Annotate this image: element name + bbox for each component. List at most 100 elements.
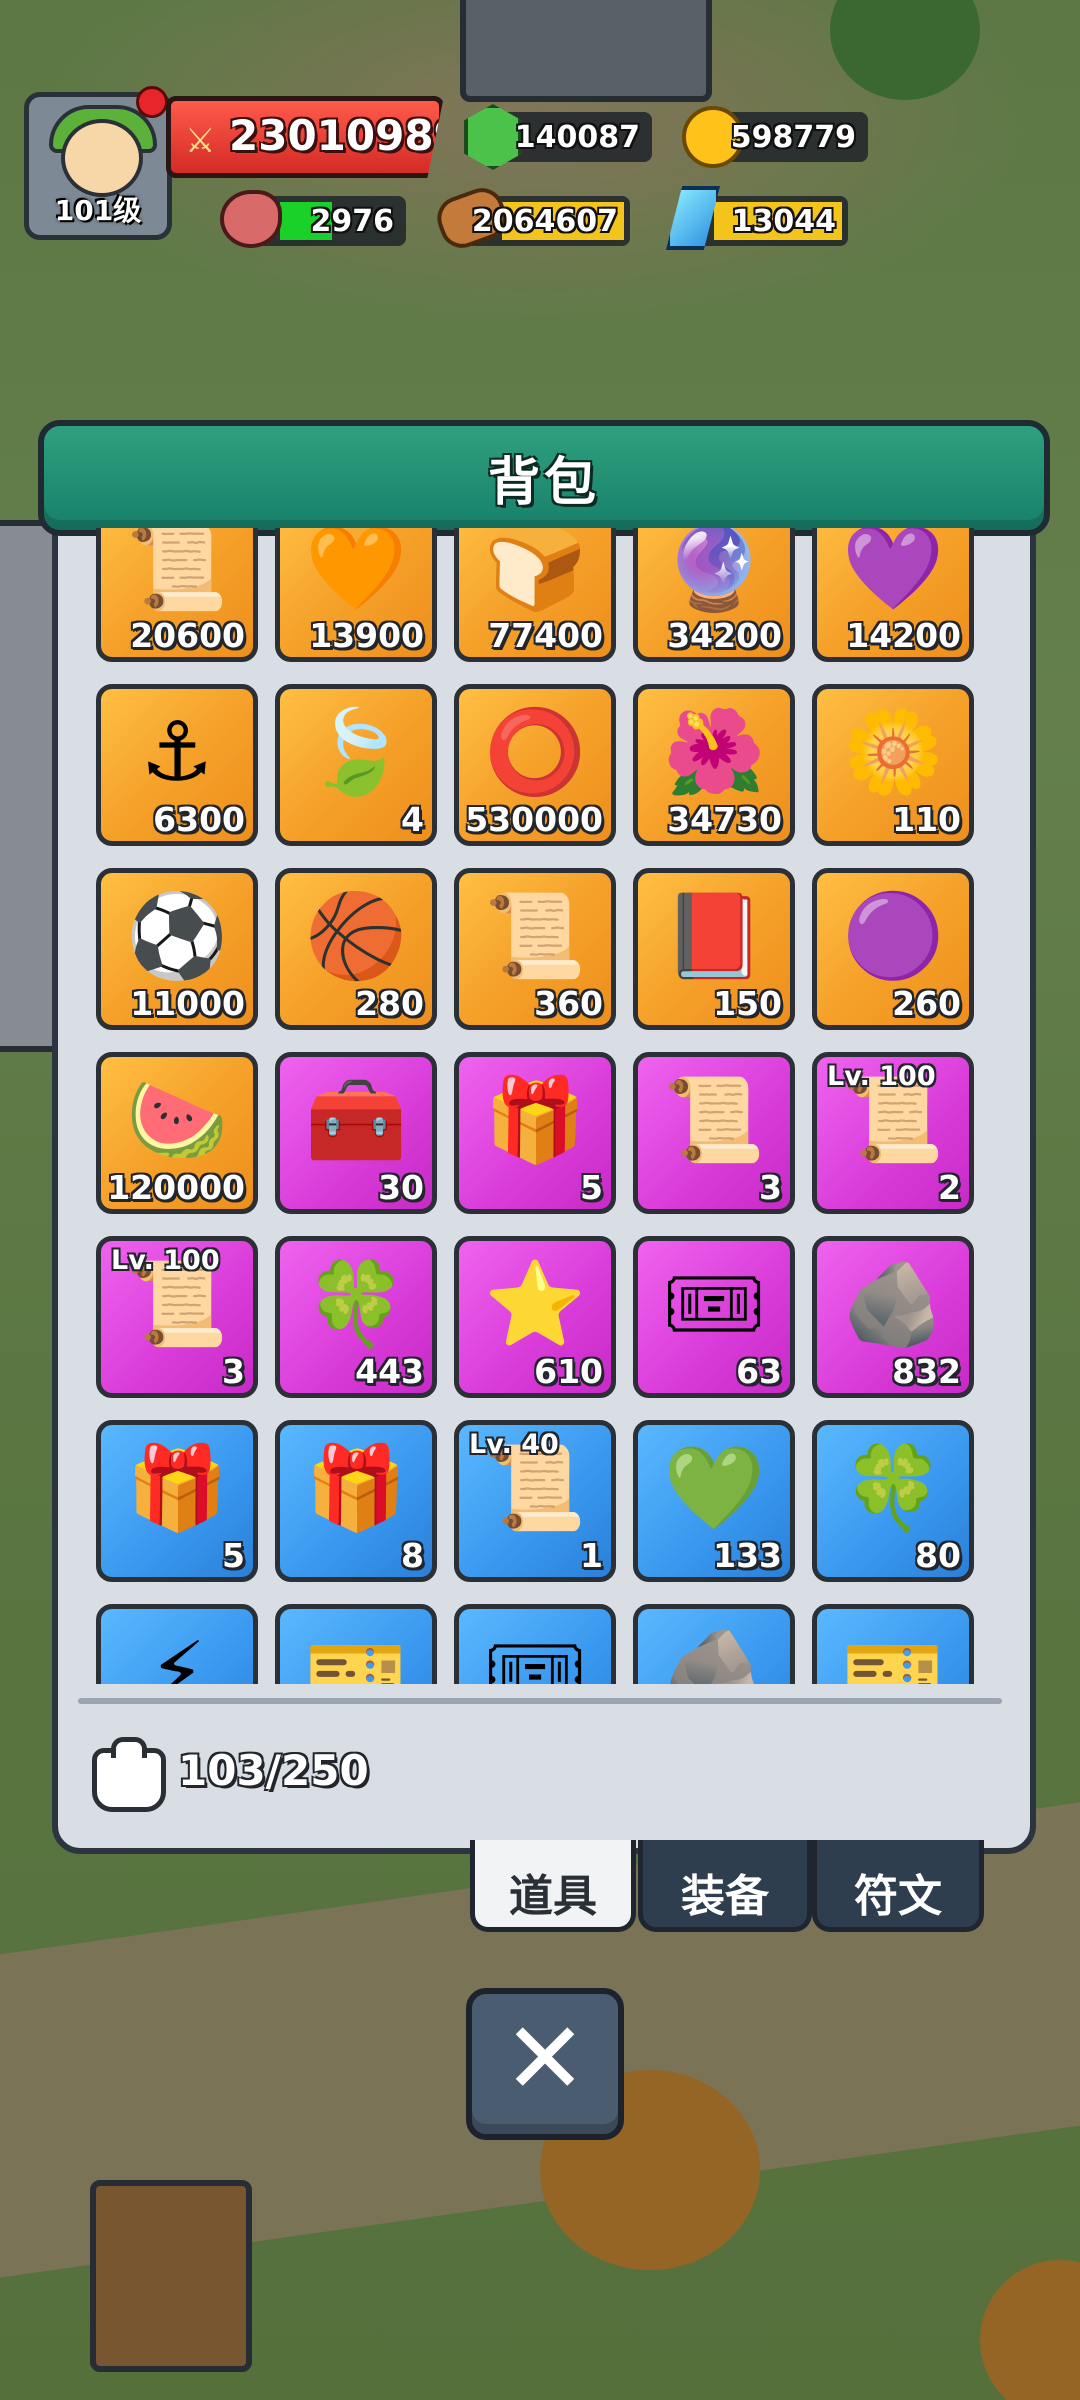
- gem-resource[interactable]: 140087: [464, 104, 652, 170]
- inventory-slot[interactable]: 📜 3: [633, 1052, 795, 1214]
- basketball-icon: 🏀: [304, 889, 408, 984]
- item-count: 2: [938, 1168, 961, 1207]
- item-count: 13900: [309, 616, 424, 655]
- mystery-chest-icon: 🎁: [304, 1441, 408, 1536]
- inventory-slot[interactable]: ⚡170: [96, 1604, 258, 1684]
- item-count: 30: [378, 1168, 424, 1207]
- inventory-slot[interactable]: 🧰 30: [275, 1052, 437, 1214]
- clover-icon: 🍀: [841, 1441, 945, 1536]
- mystery-chest-icon: 🎁: [483, 1073, 587, 1168]
- tab-equipment[interactable]: 装备: [638, 1840, 812, 1932]
- inventory-slot[interactable]: 📜 20600: [96, 528, 258, 662]
- inventory-slot[interactable]: 🪨4978: [633, 1604, 795, 1684]
- inventory-slot[interactable]: 🪨 832: [812, 1236, 974, 1398]
- inventory-slot[interactable]: ⚓ 6300: [96, 684, 258, 846]
- crystal-count: 13044: [731, 204, 836, 239]
- meat-count: 2976: [310, 204, 395, 239]
- item-count: 280: [355, 984, 424, 1023]
- inventory-slot[interactable]: ⚽ 11000: [96, 868, 258, 1030]
- item-count: 80: [915, 1536, 961, 1575]
- item-count: 14200: [846, 616, 961, 655]
- item-count: 34200: [667, 616, 782, 655]
- item-count: 63: [736, 1352, 782, 1391]
- backpack-capacity: 103/250: [178, 1746, 369, 1795]
- green-gem-icon: 💚: [662, 1441, 766, 1536]
- meat-icon: [220, 190, 282, 248]
- player-level-label: 101级: [54, 194, 142, 227]
- item-count: 443: [355, 1352, 424, 1391]
- item-grid-scroll[interactable]: 📜 20600 🧡 13900 🍞 77400 🔮 34200 💜 14200 ⚓ 6300 🍃 4 ⭕ 53…: [96, 528, 986, 1684]
- gold-ticket-icon: 🎟: [661, 1257, 767, 1352]
- backpack-title-bar: 背包: [38, 420, 1050, 536]
- inventory-slot[interactable]: ⭕ 530000: [454, 684, 616, 846]
- item-count: 610: [534, 1352, 603, 1391]
- backpack-icon: [92, 1737, 166, 1812]
- crystal-resource[interactable]: 13044: [666, 186, 848, 250]
- watermelon-icon: 🍉: [125, 1073, 229, 1168]
- inventory-slot[interactable]: 🎟285: [454, 1604, 616, 1684]
- inventory-slot[interactable]: 🍉 120000: [96, 1052, 258, 1214]
- inventory-slot[interactable]: 🎁 8: [275, 1420, 437, 1582]
- orange-item-partial-icon: 🧡: [304, 528, 408, 616]
- item-count: 360: [534, 984, 603, 1023]
- inventory-slot[interactable]: 📜 Lv. 40 1: [454, 1420, 616, 1582]
- close-button[interactable]: ✕: [466, 1988, 624, 2140]
- item-level-label: Lv. 100: [111, 1245, 220, 1276]
- star-scroll-icon: 📜: [483, 889, 587, 984]
- item-count: 3: [222, 1352, 245, 1391]
- inventory-slot[interactable]: 🧡 13900: [275, 528, 437, 662]
- tab-items-label: 道具: [509, 1871, 597, 1922]
- inventory-slot[interactable]: 🏀 280: [275, 868, 437, 1030]
- tab-runes-label: 符文: [854, 1871, 942, 1922]
- item-level-label: Lv. 40: [469, 1429, 559, 1460]
- tab-runes[interactable]: 符文: [812, 1840, 984, 1932]
- combat-power-bar: ⚔ 23010989: [166, 96, 444, 178]
- soccer-ball-icon: ⚽: [125, 889, 229, 984]
- inventory-slot[interactable]: 📜 Lv. 100 3: [96, 1236, 258, 1398]
- inventory-slot[interactable]: 🔮 34200: [633, 528, 795, 662]
- inventory-slot[interactable]: 🌼 110: [812, 684, 974, 846]
- inventory-slot[interactable]: 🍀 443: [275, 1236, 437, 1398]
- item-count: 832: [892, 1352, 961, 1391]
- vs-ticket-icon: 🎫: [304, 1625, 408, 1684]
- item-level-label: Lv. 100: [827, 1061, 936, 1092]
- top-hud: 101级 ⚔ 23010989 140087 598779 2976 20646…: [0, 0, 1080, 260]
- anchor-icon: ⚓: [140, 705, 214, 800]
- rune-stone-icon: 🪨: [841, 1257, 945, 1352]
- inventory-slot[interactable]: 🟣 260: [812, 868, 974, 1030]
- mystery-chest-icon: 🎁: [125, 1441, 229, 1536]
- inventory-slot[interactable]: ⭐ 610: [454, 1236, 616, 1398]
- inventory-slot[interactable]: 🍀 80: [812, 1420, 974, 1582]
- inventory-slot[interactable]: 💚 133: [633, 1420, 795, 1582]
- item-count: 5: [580, 1168, 603, 1207]
- coin-resource[interactable]: 598779: [682, 106, 868, 168]
- inventory-slot[interactable]: 📜 Lv. 100 2: [812, 1052, 974, 1214]
- golden-clover-icon: 🍀: [304, 1257, 408, 1352]
- lily-pad-icon: 🍃: [304, 705, 408, 800]
- inventory-slot[interactable]: 🎁 5: [454, 1052, 616, 1214]
- item-count: 34730: [667, 800, 782, 839]
- avatar-face: [61, 119, 143, 197]
- inventory-slot[interactable]: 📕 150: [633, 868, 795, 1030]
- bread-partial-icon: 🍞: [483, 528, 587, 616]
- item-count: 77400: [488, 616, 603, 655]
- blue-ticket-icon: 🎟: [482, 1625, 588, 1684]
- coin-count: 598779: [730, 120, 856, 155]
- wood-resource[interactable]: 2064607: [431, 181, 630, 255]
- item-count: 530000: [465, 800, 603, 839]
- inventory-slot[interactable]: 🎟 63: [633, 1236, 795, 1398]
- inventory-slot[interactable]: 💜 14200: [812, 528, 974, 662]
- inventory-slot[interactable]: 🍞 77400: [454, 528, 616, 662]
- inventory-slot[interactable]: 🎫2: [275, 1604, 437, 1684]
- yellow-flower-icon: 🌼: [841, 705, 945, 800]
- inventory-slot[interactable]: 🌺 34730: [633, 684, 795, 846]
- inventory-slot[interactable]: 🎫10: [812, 1604, 974, 1684]
- inventory-slot[interactable]: 🍃 4: [275, 684, 437, 846]
- red-ticket-icon: 🎫: [841, 1625, 945, 1684]
- meat-resource[interactable]: 2976: [220, 190, 406, 248]
- tab-items[interactable]: 道具: [470, 1840, 636, 1932]
- item-count: 3: [759, 1168, 782, 1207]
- inventory-slot[interactable]: 🎁 5: [96, 1420, 258, 1582]
- star-book-icon: 📕: [662, 889, 766, 984]
- inventory-slot[interactable]: 📜 360: [454, 868, 616, 1030]
